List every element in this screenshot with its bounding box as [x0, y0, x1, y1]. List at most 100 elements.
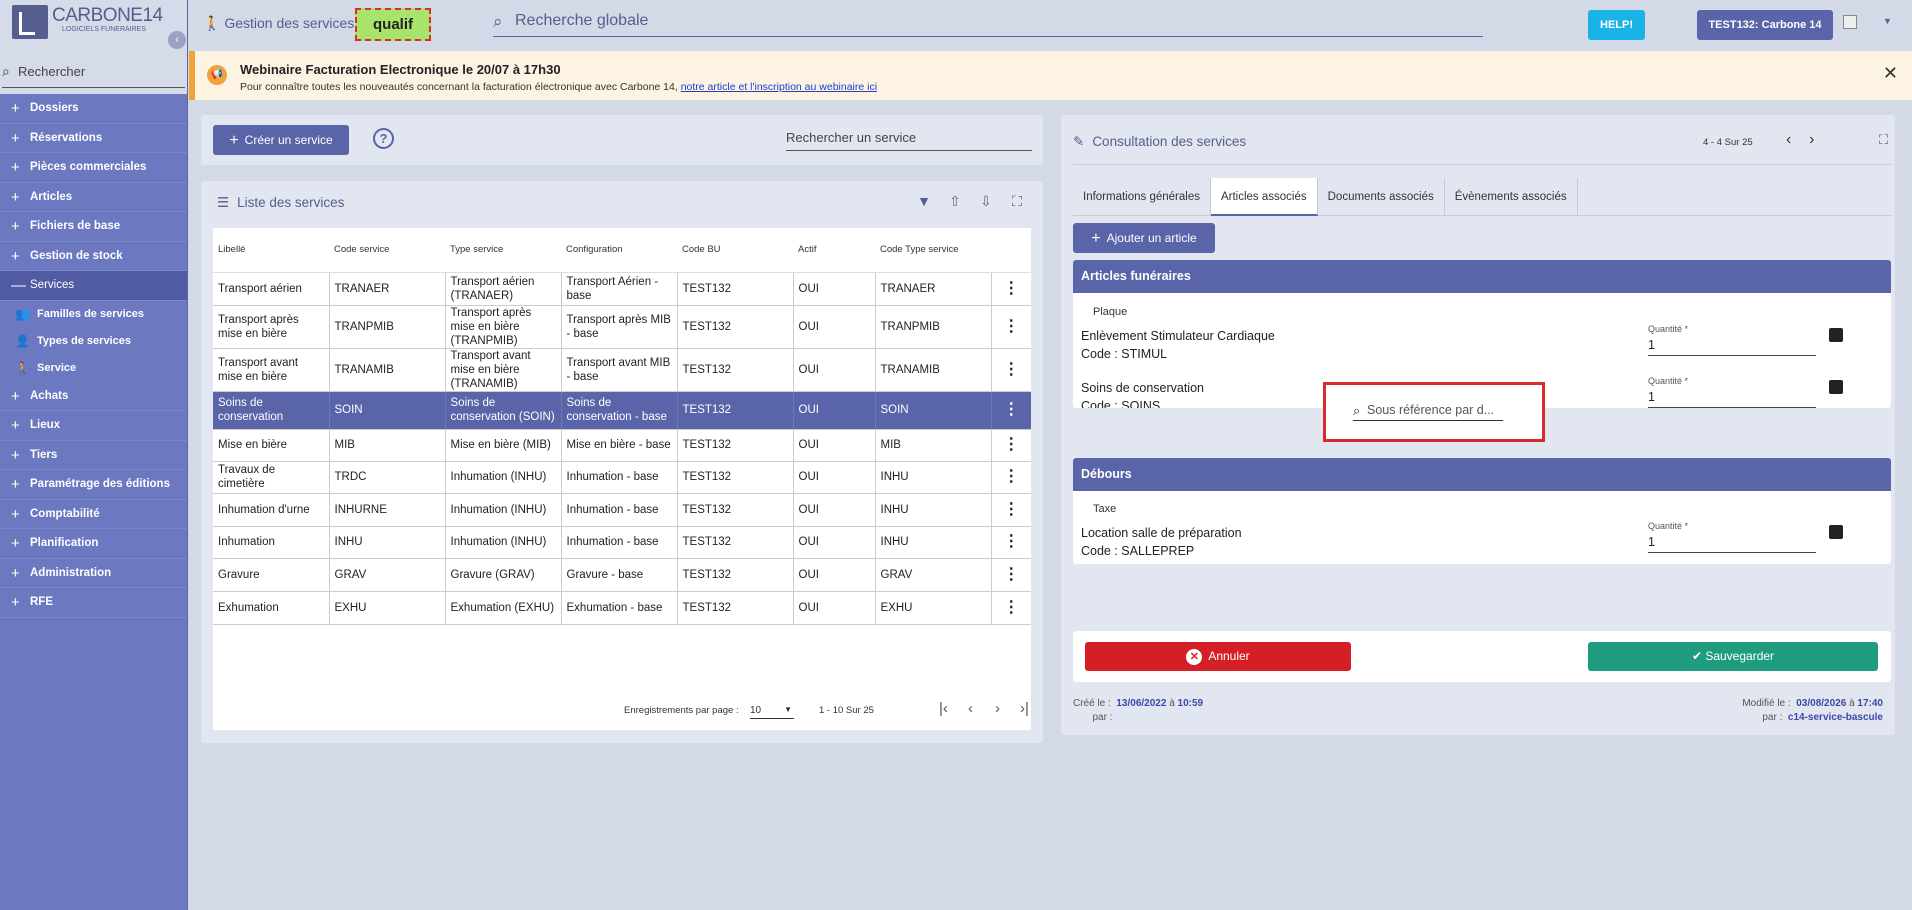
sous-reference-input[interactable]: ⌕ Sous référence par d...	[1353, 401, 1503, 421]
sidebar-search-input[interactable]: Rechercher	[18, 64, 85, 79]
sidebar-item-achats[interactable]: + Achats	[0, 382, 187, 411]
table-row[interactable]: Inhumation d'urne INHURNE Inhumation (INHU…	[213, 493, 1031, 527]
sidebar-item-administration[interactable]: + Administration	[0, 559, 187, 588]
sidebar-item-fichiers-de-base[interactable]: + Fichiers de base	[0, 212, 187, 242]
column-header-actions	[991, 228, 1031, 273]
sidebar-item-tiers[interactable]: + Tiers	[0, 441, 187, 470]
upload-icon[interactable]: ⇧	[943, 193, 967, 210]
sidebar-item-reservations[interactable]: + Réservations	[0, 124, 187, 153]
column-header[interactable]: Code Type service	[875, 228, 991, 273]
debours-subheader: Taxe	[1093, 503, 1117, 515]
help-icon[interactable]: ?	[373, 128, 394, 149]
tab-documents-associes[interactable]: Documents associés	[1318, 178, 1445, 216]
sidebar-item-dossiers[interactable]: + Dossiers	[0, 94, 187, 124]
chevron-down-icon[interactable]: ▼	[1883, 16, 1892, 26]
detail-title: ✎ Consultation des services	[1073, 134, 1246, 150]
sidebar-item-comptabilite[interactable]: + Comptabilité	[0, 500, 187, 529]
fullscreen-icon[interactable]: ⛶	[1005, 193, 1029, 210]
create-service-button[interactable]: + Créer un service	[213, 125, 349, 155]
download-icon[interactable]: ⇩	[974, 193, 998, 210]
sidebar-item-lieux[interactable]: + Lieux	[0, 411, 187, 441]
row-menu-icon[interactable]: ⋮	[991, 429, 1031, 462]
table-row[interactable]: Mise en bière MIB Mise en bière (MIB) Mise …	[213, 429, 1031, 462]
column-header[interactable]: Type service	[445, 228, 561, 273]
table-row[interactable]: Inhumation INHU Inhumation (INHU) Inhumatio…	[213, 526, 1031, 559]
plus-icon: +	[11, 188, 20, 206]
sidebar-subitem-label: Types de services	[37, 334, 131, 347]
sidebar-item-rfe[interactable]: + RFE	[0, 588, 187, 618]
quantity-input[interactable]: 1	[1648, 388, 1816, 408]
next-page-icon[interactable]: ›	[995, 700, 1000, 717]
sidebar-subitem-familles-de-services[interactable]: 👥 Familles de services	[0, 301, 187, 328]
column-header[interactable]: Actif	[793, 228, 875, 273]
cancel-button[interactable]: ✕ Annuler	[1085, 642, 1351, 671]
user-button[interactable]: TEST132: Carbone 14	[1697, 10, 1833, 40]
close-icon[interactable]: ✕	[1883, 63, 1898, 84]
sidebar-subitem-service[interactable]: 🚶 Service	[0, 355, 187, 382]
table-row[interactable]: Transport après mise en bière TRANPMIB Tra…	[213, 305, 1031, 349]
cell-type: Transport aérien (TRANAER)	[445, 272, 562, 306]
table-row[interactable]: Soins de conservation SOIN Soins de conser…	[213, 391, 1031, 430]
avatar[interactable]	[1843, 15, 1857, 29]
cancel-label: Annuler	[1208, 649, 1250, 663]
sous-reference-search[interactable]: ⌕ Sous référence par d...	[1323, 382, 1545, 442]
rows-per-page-select[interactable]: 10 ▼	[750, 705, 794, 719]
add-article-button[interactable]: + Ajouter un article	[1073, 223, 1215, 253]
sidebar-item-pieces-commerciales[interactable]: + Pièces commerciales	[0, 153, 187, 183]
divider	[1073, 164, 1891, 165]
sidebar-item-services[interactable]: — Services	[0, 271, 187, 301]
banner-link[interactable]: notre article et l'inscription au webina…	[681, 81, 877, 93]
sidebar-subitem-types-de-services[interactable]: 👤 Types de services	[0, 328, 187, 355]
table-row[interactable]: Gravure GRAV Gravure (GRAV) Gravure - base T…	[213, 558, 1031, 592]
delete-checkbox[interactable]	[1829, 380, 1843, 394]
save-button[interactable]: ✔ Sauvegarder	[1588, 642, 1878, 671]
modified-date: 03/08/2026	[1796, 698, 1847, 709]
delete-checkbox[interactable]	[1829, 525, 1843, 539]
quantity-input[interactable]: 1	[1648, 336, 1816, 356]
filter-icon[interactable]: ▼	[912, 193, 936, 209]
prev-page-icon[interactable]: ‹	[968, 700, 973, 717]
sidebar-item-articles[interactable]: + Articles	[0, 183, 187, 212]
plus-icon: +	[11, 564, 20, 582]
sidebar-search[interactable]: ⌕ Rechercher	[0, 52, 187, 94]
collapse-sidebar-icon[interactable]: ‹	[168, 31, 186, 49]
last-page-icon[interactable]: ›|	[1020, 700, 1029, 717]
delete-checkbox[interactable]	[1829, 328, 1843, 342]
row-menu-icon[interactable]: ⋮	[991, 272, 1031, 306]
help-button[interactable]: HELP!	[1588, 10, 1645, 40]
row-menu-icon[interactable]: ⋮	[991, 591, 1031, 625]
tab-evenements-associes[interactable]: Évènements associés	[1445, 178, 1578, 216]
column-header[interactable]: Configuration	[561, 228, 677, 273]
row-menu-icon[interactable]: ⋮	[991, 558, 1031, 592]
record-count: 4 - 4 Sur 25	[1703, 137, 1753, 148]
row-menu-icon[interactable]: ⋮	[991, 391, 1031, 430]
column-header[interactable]: Code BU	[677, 228, 793, 273]
quantity-label: Quantité *	[1648, 521, 1689, 531]
search-icon: ⌕	[1353, 403, 1361, 418]
tab-articles-associes[interactable]: Articles associés	[1210, 178, 1318, 216]
sidebar-item-planification[interactable]: + Planification	[0, 529, 187, 559]
prev-record-icon[interactable]: ‹	[1786, 131, 1791, 148]
table-row[interactable]: Transport aérien TRANAER Transport aérien …	[213, 272, 1031, 306]
table-row[interactable]: Exhumation EXHU Exhumation (EXHU) Exhumatio…	[213, 591, 1031, 625]
next-record-icon[interactable]: ›	[1809, 131, 1814, 148]
global-search-input[interactable]: ⌕ Recherche globale	[493, 9, 1483, 37]
cell-config: Transport Aérien - base	[561, 272, 678, 306]
column-header[interactable]: Libellé	[213, 228, 329, 273]
first-page-icon[interactable]: |‹	[939, 700, 948, 717]
sidebar-item-parametrage-des-editions[interactable]: + Paramétrage des éditions	[0, 470, 187, 500]
row-menu-icon[interactable]: ⋮	[991, 305, 1031, 349]
quantity-input[interactable]: 1	[1648, 533, 1816, 553]
row-menu-icon[interactable]: ⋮	[991, 348, 1031, 392]
fullscreen-icon[interactable]: ⛶	[1879, 132, 1888, 148]
table-row[interactable]: Transport avant mise en bière TRANAMIB Tra…	[213, 348, 1031, 392]
row-menu-icon[interactable]: ⋮	[991, 461, 1031, 494]
service-search-input[interactable]: Rechercher un service	[786, 127, 1032, 151]
service-table: Libellé Code service Type service Configura…	[213, 228, 1031, 730]
sidebar-item-gestion-de-stock[interactable]: + Gestion de stock	[0, 242, 187, 271]
table-row[interactable]: Travaux de cimetière TRDC Inhumation (INHU…	[213, 461, 1031, 494]
row-menu-icon[interactable]: ⋮	[991, 493, 1031, 527]
tab-informations-generales[interactable]: Informations générales	[1073, 178, 1211, 216]
column-header[interactable]: Code service	[329, 228, 445, 273]
row-menu-icon[interactable]: ⋮	[991, 526, 1031, 559]
